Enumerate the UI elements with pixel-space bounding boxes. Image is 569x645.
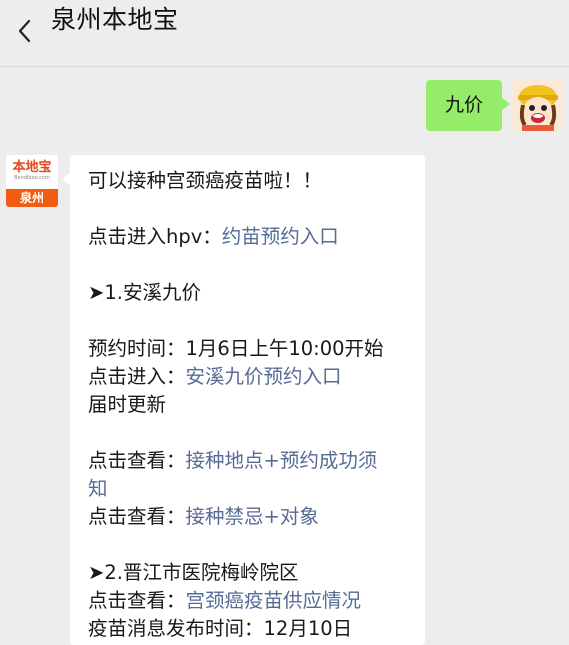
message-line: 疫苗消息发布时间：12月10日 — [88, 617, 353, 640]
section-heading: ➤1.安溪九价 — [88, 281, 201, 304]
vaccination-site-link[interactable]: 接种地点+预约成功须 — [186, 449, 378, 472]
contraindication-link[interactable]: 接种禁忌+对象 — [186, 505, 319, 528]
official-account-avatar[interactable]: 本地宝 Bendibao.com 泉州 — [6, 155, 58, 207]
chevron-left-icon — [18, 19, 31, 43]
chat-title: 泉州本地宝 — [51, 5, 179, 34]
message-line: 可以接种宫颈癌疫苗啦！！ — [88, 169, 323, 192]
anxi-booking-link[interactable]: 安溪九价预约入口 — [186, 365, 342, 388]
message-line: 点击查看：接种地点+预约成功须 — [88, 449, 378, 472]
message-line: 点击进入：安溪九价预约入口 — [88, 365, 342, 388]
message-line: 点击查看：接种禁忌+对象 — [88, 505, 319, 528]
cartoon-girl-avatar-icon — [512, 79, 564, 131]
message-line: 点击查看：宫颈癌疫苗供应情况 — [88, 589, 362, 612]
chat-header: 泉州本地宝 — [0, 0, 569, 67]
vaccination-site-link-cont[interactable]: 知 — [88, 477, 108, 500]
back-button[interactable] — [12, 14, 40, 46]
incoming-message: 可以接种宫颈癌疫苗啦！！ 点击进入hpv：约苗预约入口 ➤1.安溪九价 预约时间… — [62, 155, 425, 645]
message-line: 届时更新 — [88, 393, 167, 416]
message-line: 预约时间：1月6日上午10:00开始 — [88, 337, 384, 360]
logo: 本地宝 Bendibao.com — [6, 155, 58, 189]
message-line: 知 — [88, 475, 408, 503]
section-heading: ➤2.晋江市医院梅岭院区 — [88, 561, 299, 584]
vaccine-supply-link[interactable]: 宫颈癌疫苗供应情况 — [186, 589, 362, 612]
message-line: 点击进入hpv：约苗预约入口 — [88, 225, 339, 248]
yuemiao-booking-link[interactable]: 约苗预约入口 — [222, 225, 339, 248]
user-avatar[interactable] — [512, 79, 564, 131]
outgoing-message[interactable]: 九价 — [426, 80, 510, 131]
